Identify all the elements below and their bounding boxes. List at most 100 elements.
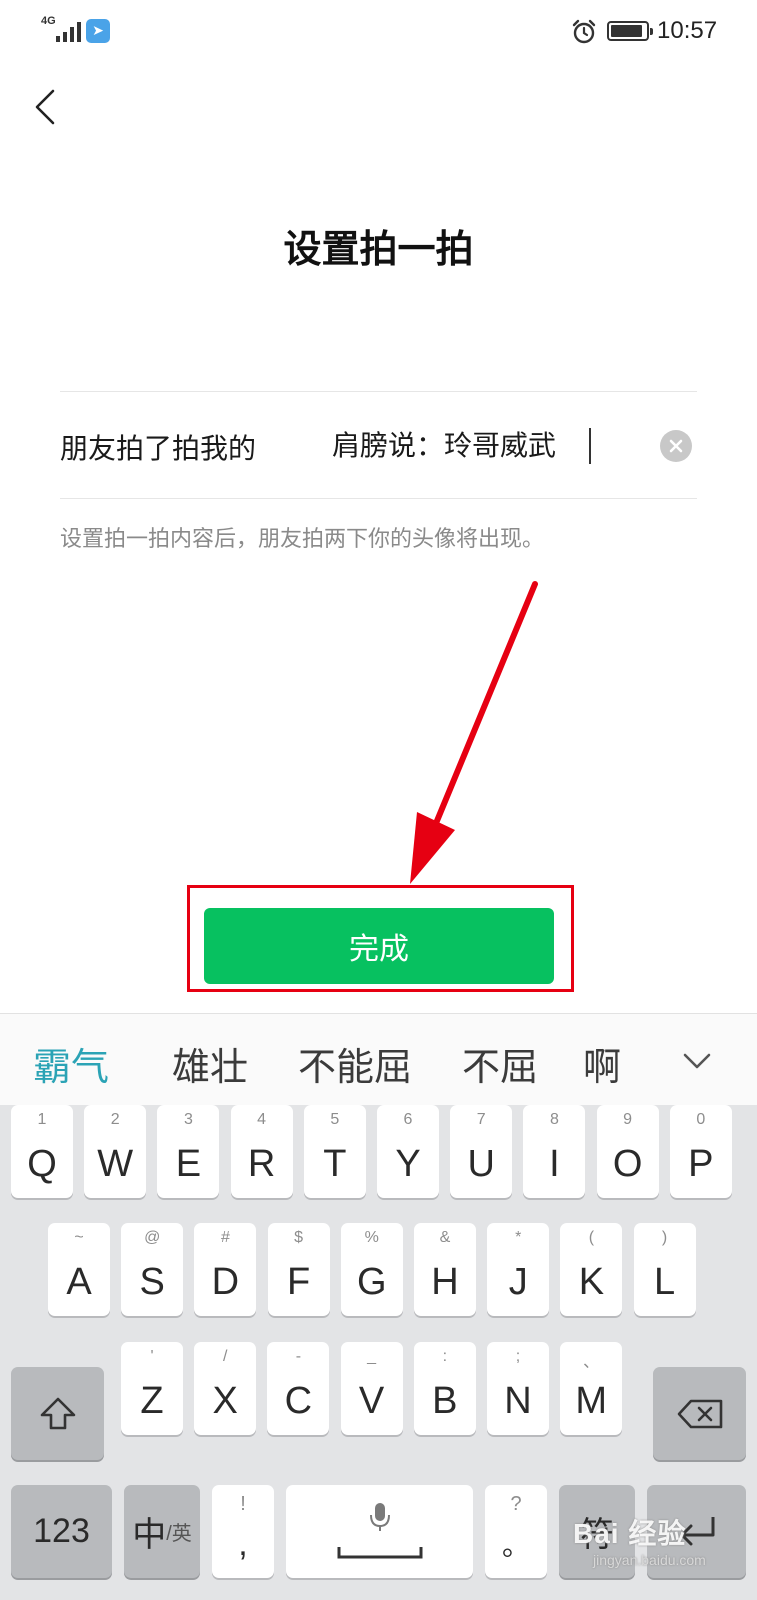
key-k[interactable]: (K xyxy=(560,1223,623,1316)
candidate-item[interactable]: 雄壮 xyxy=(172,1036,248,1091)
watermark-main: Bai 经验 xyxy=(573,1518,687,1549)
key-alt-char: ' xyxy=(150,1348,154,1365)
backspace-key[interactable] xyxy=(653,1367,746,1460)
key-g[interactable]: % G xyxy=(340,1223,403,1316)
key-c[interactable]: -C xyxy=(267,1342,330,1435)
key-j[interactable]: * J xyxy=(487,1223,550,1316)
key-n[interactable]: ; N xyxy=(487,1342,549,1435)
signal-strength-icon xyxy=(56,20,81,42)
back-button[interactable] xyxy=(20,82,70,132)
pat-suffix-input[interactable] xyxy=(332,420,672,468)
period-key-label: 。 xyxy=(501,1530,530,1561)
key-l[interactable]: ) L xyxy=(633,1223,696,1316)
key-p[interactable]: 0P xyxy=(669,1105,732,1198)
clear-input-button[interactable] xyxy=(660,430,692,462)
key-char: A xyxy=(66,1261,92,1303)
key-x[interactable]: / X xyxy=(194,1342,257,1435)
key-char: K xyxy=(578,1261,605,1303)
key-a[interactable]: ~ A xyxy=(48,1223,110,1316)
key-w[interactable]: 2W xyxy=(84,1105,147,1198)
key-alt-char: 3 xyxy=(183,1111,193,1128)
space-key[interactable] xyxy=(286,1485,473,1578)
key-char: G xyxy=(357,1261,387,1303)
key-i[interactable]: 8I xyxy=(523,1105,586,1198)
language-sub-label: /英 xyxy=(166,1523,192,1545)
key-char: D xyxy=(211,1261,240,1303)
key-alt-char: ( xyxy=(588,1229,595,1246)
app-notification-icon: ➤ xyxy=(86,19,110,43)
key-alt-char: - xyxy=(295,1348,302,1365)
pat-prefix-label: 朋友拍了拍我的 xyxy=(60,432,257,465)
key-alt-char: & xyxy=(439,1229,451,1246)
key-z[interactable]: ' Z xyxy=(121,1342,183,1435)
key-alt-char: 4 xyxy=(257,1111,267,1128)
key-q[interactable]: 1Q xyxy=(11,1105,73,1198)
baidu-jingyan-watermark: Bai 经验 jingyan.baidu.com xyxy=(573,1512,753,1592)
key-char: M xyxy=(575,1380,608,1422)
key-alt-char: 5 xyxy=(330,1111,340,1128)
text-caret xyxy=(589,428,591,464)
key-alt-char: 2 xyxy=(110,1111,120,1128)
space-bar-icon xyxy=(337,1547,423,1559)
key-u[interactable]: 7U xyxy=(450,1105,513,1198)
network-type: 4G xyxy=(41,15,56,27)
candidate-item[interactable]: 啊 xyxy=(583,1036,621,1091)
comma-key-label: , xyxy=(238,1525,248,1563)
key-f[interactable]: $ F xyxy=(267,1223,330,1316)
key-char: R xyxy=(247,1143,276,1185)
battery-icon xyxy=(607,21,653,41)
key-alt-char: 1 xyxy=(37,1111,47,1128)
key-alt-char: ~ xyxy=(74,1229,84,1246)
key-y[interactable]: 6Y xyxy=(377,1105,439,1198)
key-alt-char: ; xyxy=(515,1348,521,1365)
microphone-icon xyxy=(370,1503,390,1531)
shift-key[interactable] xyxy=(11,1367,104,1460)
candidate-item[interactable]: 不能屈 xyxy=(298,1036,412,1091)
key-alt-char: ) xyxy=(661,1229,668,1246)
key-alt-char: 7 xyxy=(476,1111,486,1128)
language-main-label: 中 xyxy=(132,1516,167,1554)
key-char: X xyxy=(212,1380,238,1422)
key-alt-char: % xyxy=(364,1229,379,1246)
key-t[interactable]: 5T xyxy=(303,1105,366,1198)
page-title: 设置拍一拍 xyxy=(283,227,474,271)
comma-key[interactable]: ! , xyxy=(212,1485,274,1578)
key-char: B xyxy=(432,1380,458,1422)
key-m[interactable]: 、 M xyxy=(560,1342,623,1435)
key-e[interactable]: 3E xyxy=(157,1105,220,1198)
ime-candidate-bar: 霸气 雄壮 不能屈 不屈 啊 xyxy=(0,1013,757,1105)
key-s[interactable]: @ S xyxy=(121,1223,184,1316)
language-switch-label: 中/英 xyxy=(124,1485,200,1578)
key-h[interactable]: & H xyxy=(414,1223,476,1316)
key-char: L xyxy=(654,1261,676,1303)
key-char: V xyxy=(358,1380,385,1422)
language-switch-key[interactable]: 中/英 xyxy=(124,1485,200,1578)
key-alt-char: 0 xyxy=(696,1111,706,1128)
key-char: T xyxy=(323,1143,347,1185)
chevron-down-icon xyxy=(683,1053,711,1069)
collapse-candidates-button[interactable] xyxy=(680,1044,714,1078)
candidate-item[interactable]: 霸气 xyxy=(33,1036,109,1091)
battery-level xyxy=(611,25,642,37)
key-char: H xyxy=(431,1261,459,1303)
candidate-item[interactable]: 不屈 xyxy=(462,1036,538,1091)
close-icon xyxy=(669,439,683,453)
key-char: P xyxy=(688,1143,714,1185)
key-alt-char: 8 xyxy=(549,1111,559,1128)
key-alt-char: _ xyxy=(367,1348,377,1365)
key-char: Q xyxy=(27,1143,57,1185)
key-char: U xyxy=(467,1143,495,1185)
key-b[interactable]: :B xyxy=(413,1342,476,1435)
key-char: J xyxy=(508,1261,528,1303)
key-v[interactable]: _ V xyxy=(340,1342,403,1435)
status-bar: 4G ➤ 10:57 xyxy=(0,0,757,64)
period-key[interactable]: ? 。 xyxy=(485,1485,547,1578)
key-char: N xyxy=(504,1380,532,1422)
backspace-icon xyxy=(677,1399,723,1429)
key-r[interactable]: 4R xyxy=(230,1105,293,1198)
key-d[interactable]: # D xyxy=(194,1223,257,1316)
key-alt-char: 、 xyxy=(583,1354,600,1371)
key-char: S xyxy=(139,1261,165,1303)
numbers-key[interactable]: 123 xyxy=(11,1485,112,1578)
key-o[interactable]: 9O xyxy=(596,1105,659,1198)
